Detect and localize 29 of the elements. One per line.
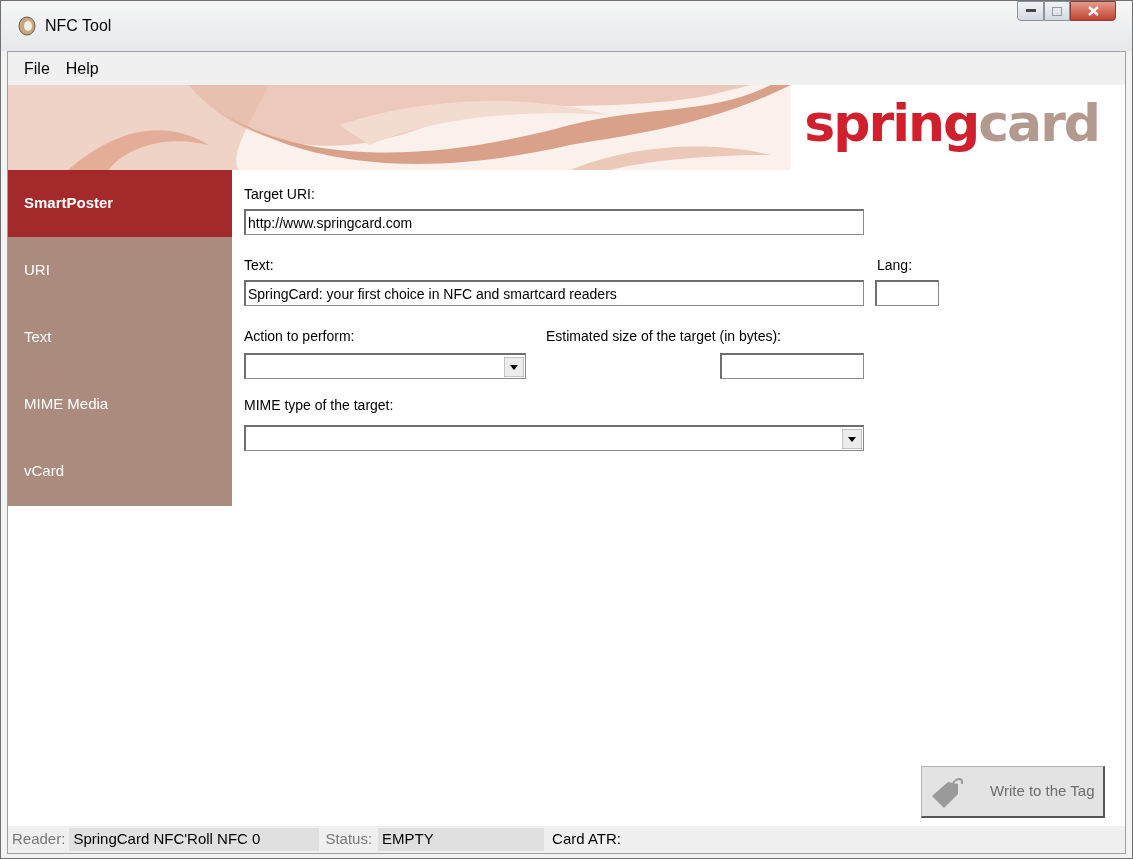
target-uri-field[interactable]: http://www.springcard.com bbox=[244, 209, 864, 235]
status-value: EMPTY bbox=[378, 828, 545, 851]
field-label: Action to perform: bbox=[244, 327, 356, 346]
window-title: NFC Tool bbox=[45, 16, 112, 36]
field-label: Target URI: bbox=[244, 185, 316, 204]
close-icon bbox=[1087, 6, 1099, 16]
minimize-button[interactable] bbox=[1017, 1, 1044, 21]
reader-value: SpringCard NFC'Roll NFC 0 bbox=[69, 828, 320, 851]
field-label: Estimated size of the target (in bytes): bbox=[546, 327, 781, 346]
status-label: Card ATR: bbox=[551, 829, 622, 850]
app-icon bbox=[17, 16, 37, 36]
sidebar-item[interactable]: SmartPoster bbox=[8, 170, 232, 237]
dropdown[interactable] bbox=[244, 425, 864, 451]
dropdown-arrow-icon bbox=[504, 356, 524, 377]
maximize-icon bbox=[1052, 6, 1062, 16]
status-label: Reader: bbox=[11, 829, 67, 850]
dropdown-arrow-icon bbox=[842, 428, 862, 449]
field-label: Lang: bbox=[877, 256, 913, 275]
lang-field[interactable] bbox=[875, 280, 939, 306]
minimize-icon bbox=[1025, 9, 1036, 13]
text-field[interactable]: SpringCard: your first choice in NFC and smartcard readers bbox=[244, 280, 864, 306]
field-label: MIME type of the target: bbox=[244, 397, 394, 413]
dropdown[interactable] bbox=[244, 353, 526, 379]
menu-item[interactable]: Help bbox=[57, 56, 107, 81]
field-label: Text: bbox=[244, 256, 275, 275]
status-label: Status: bbox=[324, 829, 374, 850]
menu-item[interactable]: File bbox=[16, 56, 58, 81]
close-button[interactable] bbox=[1070, 1, 1116, 21]
size-field[interactable] bbox=[720, 353, 864, 379]
